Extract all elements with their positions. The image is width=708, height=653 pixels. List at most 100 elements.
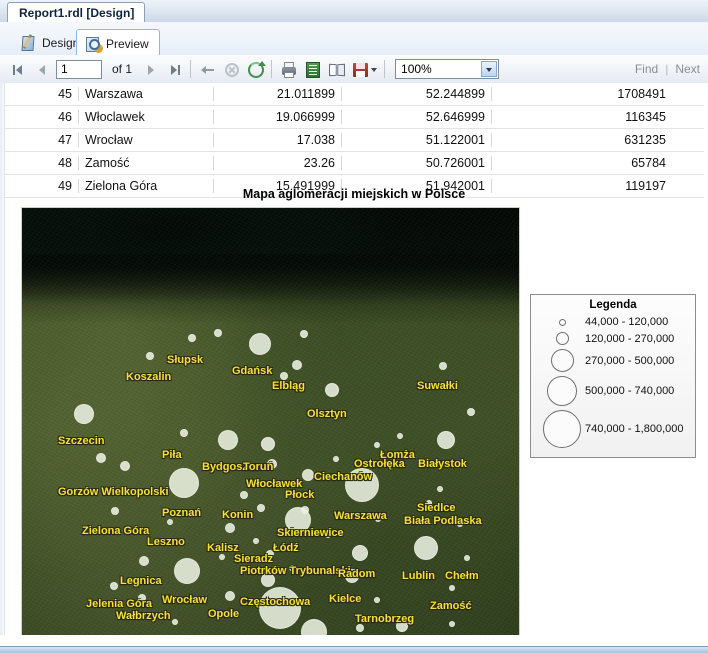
- legend-row: 500,000 - 740,000: [531, 374, 695, 408]
- map-bubble-che-m[interactable]: [464, 555, 470, 561]
- map-bubble-toru-[interactable]: [261, 437, 275, 451]
- map-bubble-p-ock[interactable]: [302, 469, 314, 481]
- map-bubble-kalisz[interactable]: [225, 523, 235, 533]
- chevron-down-icon: [371, 68, 378, 72]
- map-bubble--om-a[interactable]: [397, 433, 403, 439]
- city-data-table: 45 Warszawa 21.011899 52.244899 1708491 46 Wło…: [4, 83, 704, 198]
- refresh-icon[interactable]: [244, 58, 267, 80]
- map-bubble-konin[interactable]: [240, 491, 248, 499]
- map-bubble-minor-4[interactable]: [96, 453, 106, 463]
- map-title: Mapa aglomeracji miejskich w Polsce: [242, 187, 466, 201]
- table-cell-pop: 116345: [625, 110, 666, 124]
- page-number-input[interactable]: 1: [56, 59, 102, 79]
- map-city-label: Zielona Góra: [82, 525, 150, 537]
- map-city-label: Słupsk: [167, 354, 204, 366]
- map-bubble-elbl-g[interactable]: [292, 360, 302, 370]
- table-cell-lat: 51.122001: [342, 133, 492, 147]
- map-city-label: Chełm: [445, 570, 479, 582]
- legend-row: 270,000 - 500,000: [531, 347, 695, 374]
- legend-bubble-icon: [547, 376, 577, 406]
- map-bubble-bydgoszcz[interactable]: [218, 430, 238, 450]
- map-city-label: Suwałki: [417, 380, 458, 392]
- map-bubble-minor-12[interactable]: [449, 621, 455, 627]
- designer-tabbar: Design Preview: [0, 22, 708, 57]
- last-page-icon[interactable]: [163, 58, 185, 80]
- map-city-label: Jelenia Góra: [86, 598, 153, 610]
- map-bubble-suwa-ki[interactable]: [439, 362, 447, 370]
- map-bubble-ostro-ka[interactable]: [374, 442, 380, 448]
- legend-row: 120,000 - 270,000: [531, 330, 695, 347]
- map-bubble-minor-3[interactable]: [467, 408, 475, 416]
- map-city-label: Sieradz: [234, 553, 274, 565]
- map-bubble-zamo-[interactable]: [449, 585, 455, 591]
- map-bubble-lublin[interactable]: [414, 536, 438, 560]
- legend-range-label: 120,000 - 270,000: [585, 332, 675, 345]
- map-bubble-minor-1[interactable]: [280, 372, 288, 380]
- map-bubble-koszalin[interactable]: [146, 352, 154, 360]
- map-bubble-pozna-[interactable]: [169, 468, 199, 498]
- back-parent-report-icon[interactable]: [196, 58, 218, 80]
- map-city-label: Ciechanów: [314, 471, 373, 483]
- map-bubble-radom[interactable]: [352, 545, 368, 561]
- table-cell-idx: 46: [4, 110, 79, 124]
- first-page-icon[interactable]: [7, 58, 29, 80]
- map-bubble-zielona-g-ra[interactable]: [111, 507, 119, 515]
- map-city-label: Płock: [285, 489, 315, 501]
- map-bubble-gorz-w-wielkopolski[interactable]: [120, 461, 130, 471]
- legend-bubble-icon: [543, 410, 581, 448]
- map-city-label: Łódź: [273, 542, 299, 554]
- page-setup-icon[interactable]: [301, 58, 323, 80]
- map-bubble-sieradz[interactable]: [253, 538, 259, 544]
- map-bubble-minor-2[interactable]: [300, 330, 308, 338]
- map-city-label: Gorzów Wielkopolski: [58, 486, 169, 498]
- legend-symbol: [539, 410, 585, 448]
- map-bubble-minor-5[interactable]: [257, 504, 265, 512]
- preview-icon: [85, 36, 101, 52]
- map-bubble-legnica[interactable]: [139, 556, 149, 566]
- next-page-icon[interactable]: [139, 58, 161, 80]
- map-bubble-minor-8[interactable]: [219, 554, 225, 560]
- map-bubble-ciechan-w[interactable]: [333, 456, 339, 462]
- map-bubble-katowice[interactable]: [259, 587, 301, 629]
- map-bubble-s-upsk[interactable]: [188, 334, 196, 342]
- previous-page-icon[interactable]: [31, 58, 53, 80]
- tab-preview[interactable]: Preview: [76, 29, 160, 57]
- map-bubble-siedlce[interactable]: [437, 486, 443, 492]
- map-bubble-pi-a[interactable]: [180, 429, 188, 437]
- map-city-label: Leszno: [147, 536, 185, 548]
- legend-row: 44,000 - 120,000: [531, 314, 695, 330]
- map-city-label: Konin: [222, 509, 254, 521]
- map-bubble-tarnobrzeg[interactable]: [374, 597, 380, 603]
- map-bubble-gda-sk[interactable]: [249, 333, 271, 355]
- print-layout-icon[interactable]: [325, 58, 347, 80]
- map-bubble-minor-0[interactable]: [214, 329, 222, 337]
- legend-range-label: 270,000 - 500,000: [585, 354, 675, 367]
- map-city-label: Piła: [162, 449, 182, 461]
- find-next-button[interactable]: Next: [675, 62, 700, 76]
- toolbar-separator-3: [384, 60, 386, 78]
- report-designer-window: Report1.rdl [Design] Design Preview 1 of…: [0, 0, 708, 653]
- map-bubble-wroc-aw[interactable]: [174, 558, 200, 584]
- map-city-label: Poznań: [162, 507, 202, 519]
- export-save-icon[interactable]: [349, 58, 379, 80]
- map-city-label: Wałbrzych: [116, 610, 171, 622]
- chevron-down-icon[interactable]: [481, 61, 498, 77]
- map-bubble-opole[interactable]: [225, 591, 235, 601]
- map-bubble-szczecin[interactable]: [74, 404, 94, 424]
- map-city-label: Piotrków Trybunalski: [240, 565, 351, 577]
- map-bubble-olsztyn[interactable]: [325, 383, 339, 397]
- map-bubble-tarn-w[interactable]: [356, 624, 364, 632]
- toolbar-separator-1: [190, 60, 192, 78]
- map-viewport[interactable]: Słupsk Koszalin Gdańsk Elbląg Suwałki Olsztyn…: [22, 208, 519, 635]
- map-bubble-leszno[interactable]: [167, 519, 173, 525]
- map-bubble-jelenia-g-ra[interactable]: [110, 582, 118, 590]
- map-bubble-bia-ystok[interactable]: [437, 431, 455, 449]
- zoom-select[interactable]: 100%: [395, 59, 500, 79]
- map-city-label: Koszalin: [126, 371, 172, 383]
- map-city-label: Biała Podlaska: [404, 515, 482, 527]
- table-cell-idx: 47: [4, 133, 79, 147]
- map-city-label: Opole: [208, 608, 240, 620]
- map-bubble-minor-11[interactable]: [172, 619, 178, 625]
- print-icon[interactable]: [277, 58, 299, 80]
- find-button[interactable]: Find: [635, 62, 658, 76]
